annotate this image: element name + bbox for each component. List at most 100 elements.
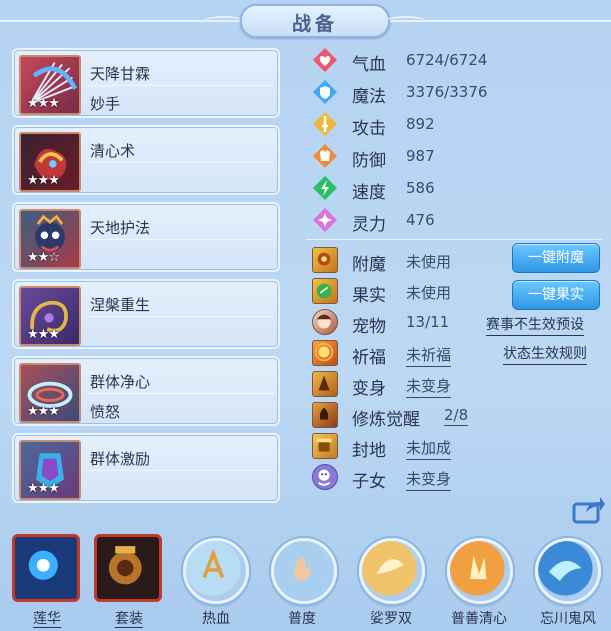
title-banner: 战备 [0, 0, 611, 40]
item-value: 13/11 [406, 313, 450, 331]
item-label: 祈福 [352, 348, 386, 368]
stat-label: 速度 [352, 183, 386, 203]
title-ornament-right [386, 16, 426, 26]
item-value[interactable]: 未变身 [406, 468, 452, 491]
spirit-icon [313, 208, 337, 232]
cultivation-icon [312, 402, 338, 428]
skill-divider [88, 85, 274, 86]
stat-spirit: 灵力 476 [312, 207, 602, 235]
item-label: 果实 [352, 286, 386, 306]
one-click-enchant-button[interactable]: 一键附魔 [512, 243, 600, 273]
heart-icon [313, 48, 337, 72]
item-label: 修炼觉醒 [352, 410, 420, 430]
stat-hp: 气血 6724/6724 [312, 47, 602, 75]
bottom-label-text: 莲华 [33, 611, 61, 628]
enchant-icon [312, 247, 338, 273]
skill-row[interactable]: ★★★ 群体激励 [12, 433, 280, 503]
item-transform[interactable]: 变身 未变身 [312, 371, 602, 399]
pure-heart-icon[interactable] [447, 538, 513, 604]
equipment-set-icon[interactable] [94, 534, 162, 602]
bottom-label: 娑罗双 [370, 611, 412, 627]
skill-row[interactable]: ★★★ 天降甘霖 妙手 [12, 48, 280, 118]
item-label: 子女 [352, 472, 386, 492]
transform-icon [312, 371, 338, 397]
stat-label: 魔法 [352, 87, 386, 107]
item-label: 附魔 [352, 255, 386, 275]
bottom-label: 普度 [288, 611, 316, 627]
stat-value: 586 [406, 179, 435, 197]
stat-label: 灵力 [352, 215, 386, 235]
skill-name: 涅槃重生 [90, 296, 151, 314]
item-cultivation[interactable]: 修炼觉醒 2/8 [312, 402, 602, 430]
stat-value: 892 [406, 115, 435, 133]
stat-label: 攻击 [352, 119, 386, 139]
star-rating: ★★★ [27, 173, 60, 188]
stat-label: 防御 [352, 151, 386, 171]
star-rating: ★★☆ [27, 250, 60, 265]
stat-value: 476 [406, 211, 435, 229]
skill-divider [88, 393, 274, 394]
purify-ring-icon: ★★★ [19, 363, 81, 423]
share-icon[interactable] [572, 494, 606, 524]
item-value[interactable]: 未加成 [406, 437, 452, 460]
item-value[interactable]: 2/8 [444, 406, 469, 426]
stat-speed: 速度 586 [312, 175, 602, 203]
skill-name: 天降甘霖 [90, 65, 151, 83]
section-divider [306, 239, 602, 240]
skill-row[interactable]: ★★★ 涅槃重生 [12, 279, 280, 349]
star-rating: ★★★ [27, 327, 60, 342]
bottom-label-text: 套装 [115, 611, 143, 628]
item-value: 未使用 [406, 284, 452, 302]
skill-sub: 愤怒 [90, 403, 121, 421]
star-rating: ★★★ [27, 404, 60, 419]
fruit-icon [312, 278, 338, 304]
fief-icon [312, 433, 338, 459]
ghost-wind-icon[interactable] [535, 538, 601, 604]
stat-label: 气血 [352, 55, 386, 75]
page-title: 战备 [291, 13, 338, 35]
fan-skill-icon: ★★★ [19, 55, 81, 115]
battle-prep-panel: 战备 ★★★ 天降甘霖 妙手 ★★★ 清心术 ★★☆ 天地护法 ★★★ 涅槃重生… [0, 0, 611, 631]
heart-skill-icon: ★★★ [19, 132, 81, 192]
shield-icon [313, 80, 337, 104]
stat-value: 987 [406, 147, 435, 165]
pet-avatar-icon [312, 309, 338, 335]
armor-icon [313, 144, 337, 168]
one-click-fruit-button[interactable]: 一键果实 [512, 280, 600, 310]
lotus-orb-icon[interactable] [12, 534, 80, 602]
skill-divider [88, 239, 274, 240]
item-value: 未使用 [406, 253, 452, 271]
rules-link[interactable]: 状态生效规则 [503, 343, 587, 365]
child-icon [312, 464, 338, 490]
star-rating: ★★★ [27, 96, 60, 111]
sala-twin-icon[interactable] [359, 538, 425, 604]
phoenix-chain-icon: ★★★ [19, 286, 81, 346]
salvation-icon[interactable] [271, 538, 337, 604]
title-plate: 战备 [204, 4, 426, 38]
item-value[interactable]: 未祈福 [406, 344, 452, 367]
skill-name: 群体激励 [90, 450, 151, 468]
sword-icon [313, 112, 337, 136]
item-label: 变身 [352, 379, 386, 399]
hot-blood-icon[interactable] [183, 538, 249, 604]
item-fief[interactable]: 封地 未加成 [312, 433, 602, 461]
bottom-label: 普善清心 [451, 611, 507, 627]
skill-divider [88, 470, 274, 471]
stat-value: 3376/3376 [406, 83, 488, 101]
preset-link[interactable]: 赛事不生效预设 [486, 314, 584, 336]
bottom-label: 忘川鬼风 [540, 611, 596, 627]
stat-mp: 魔法 3376/3376 [312, 79, 602, 107]
skill-sub: 妙手 [90, 95, 121, 113]
inspire-armor-icon: ★★★ [19, 440, 81, 500]
item-label: 宠物 [352, 317, 386, 337]
title-ornament-left [204, 16, 244, 26]
skill-name: 天地护法 [90, 219, 151, 237]
stat-defense: 防御 987 [312, 143, 602, 171]
skill-row[interactable]: ★★★ 清心术 [12, 125, 280, 195]
item-child[interactable]: 子女 未变身 [312, 464, 602, 492]
item-value[interactable]: 未变身 [406, 375, 452, 398]
skill-row[interactable]: ★★★ 群体净心 愤怒 [12, 356, 280, 426]
item-label: 封地 [352, 441, 386, 461]
skill-row[interactable]: ★★☆ 天地护法 [12, 202, 280, 272]
stat-value: 6724/6724 [406, 51, 488, 69]
